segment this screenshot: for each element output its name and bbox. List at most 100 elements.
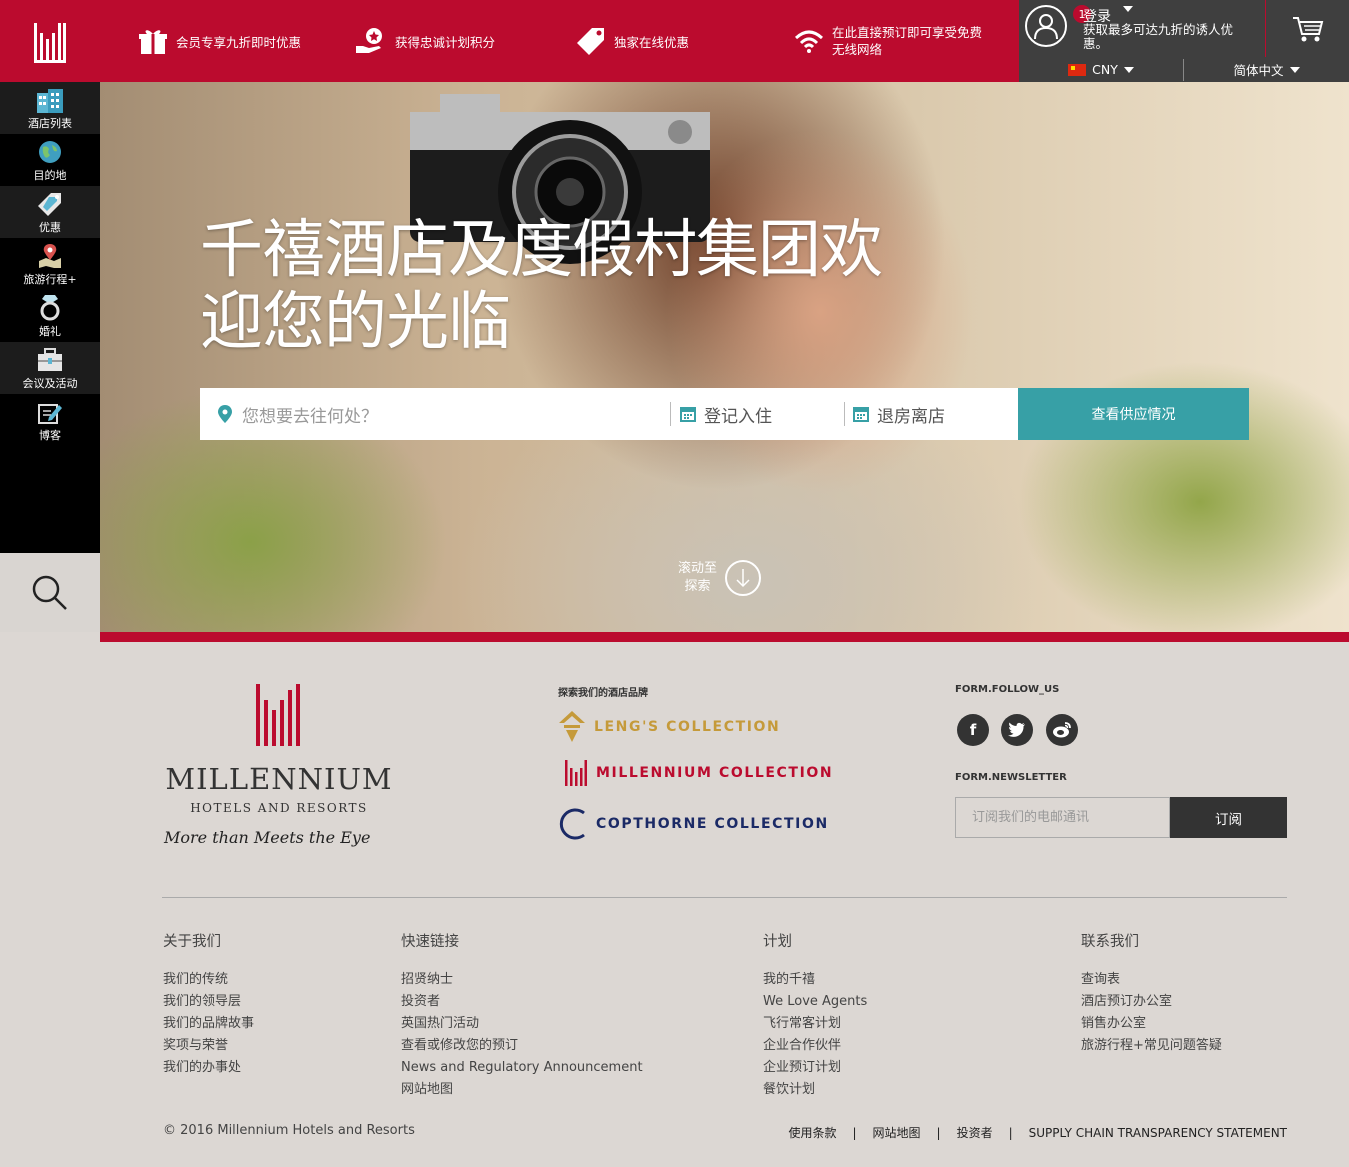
hero-banner: 千禧酒店及度假村集团欢 迎您的光临 您想要去往何处？ 登记入住 退房离店 查看供… xyxy=(100,82,1349,632)
arrow-down-icon xyxy=(725,560,762,596)
footer-link[interactable]: 网站地图 xyxy=(401,1079,643,1101)
footer-column-programs: 计划 我的千禧 We Love Agents 飞行常客计划 企业合作伙伴 企业预… xyxy=(763,930,867,1101)
brands-heading: 探索我们的酒店品牌 xyxy=(558,688,648,699)
checkin-field[interactable]: 登记入住 xyxy=(680,388,772,440)
footer-link[interactable]: 餐饮计划 xyxy=(763,1079,867,1101)
footer-column-quick-links: 快速链接 招贤纳士 投资者 英国热门活动 查看或修改您的预订 News and … xyxy=(401,930,643,1101)
footer-link[interactable]: 旅游行程+常见问题答疑 xyxy=(1081,1035,1222,1057)
sidebar-item-itinerary[interactable]: 旅游行程+ xyxy=(0,238,100,290)
sidebar-item-destinations[interactable]: 目的地 xyxy=(0,134,100,186)
sidebar-item-label: 旅游行程+ xyxy=(23,273,77,286)
subscribe-button[interactable]: 订阅 xyxy=(1170,797,1287,838)
footer-link[interactable]: 企业合作伙伴 xyxy=(763,1035,867,1057)
destination-placeholder: 您想要去往何处？ xyxy=(242,406,378,427)
lengs-collection-link[interactable]: LENG'S COLLECTION xyxy=(558,710,780,744)
millennium-logo-icon xyxy=(565,760,587,786)
calendar-icon xyxy=(853,407,869,422)
footer-link[interactable]: 我们的办事处 xyxy=(163,1057,254,1079)
tag-icon xyxy=(577,28,604,55)
terms-link[interactable]: 使用条款 xyxy=(788,1124,836,1141)
weibo-icon[interactable] xyxy=(1046,714,1078,746)
footer-link[interactable]: 英国热门活动 xyxy=(401,1013,643,1035)
account-menu[interactable]: 1 登录 获取最多可达九折的诱人优惠。 xyxy=(1019,0,1265,57)
hero-title-line1: 千禧酒店及度假村集团欢 xyxy=(200,213,883,286)
hotel-building-icon xyxy=(37,89,63,113)
footer-link[interactable]: 企业预订计划 xyxy=(763,1057,867,1079)
language-selector[interactable]: 简体中文 xyxy=(1184,57,1349,82)
footer-link[interactable]: 查看或修改您的预订 xyxy=(401,1035,643,1057)
sidebar-item-label: 会议及活动 xyxy=(22,377,78,390)
currency-label: CNY xyxy=(1092,62,1118,77)
supply-chain-link[interactable]: SUPPLY CHAIN TRANSPARENCY STATEMENT xyxy=(1029,1126,1287,1140)
millennium-collection-link[interactable]: MILLENNIUM COLLECTION xyxy=(564,759,833,787)
account-subtitle: 获取最多可达九折的诱人优惠。 xyxy=(1083,22,1234,51)
briefcase-icon xyxy=(38,348,62,371)
perk-label: 获得忠诚计划积分 xyxy=(395,34,496,50)
location-pin-icon xyxy=(218,405,232,423)
chevron-down-icon xyxy=(1289,66,1300,73)
scroll-to-explore[interactable]: 滚动至 探索 xyxy=(678,560,762,596)
millennium-logo-icon xyxy=(256,684,300,746)
footer-link[interactable]: News and Regulatory Announcement xyxy=(401,1057,643,1079)
sidebar-item-offers[interactable]: 优惠 xyxy=(0,186,100,238)
millennium-logo-icon xyxy=(34,23,66,63)
user-avatar-icon xyxy=(1025,5,1067,47)
separator: | xyxy=(936,1125,941,1140)
footer-link[interactable]: 我们的传统 xyxy=(163,969,254,991)
footer-link[interactable]: We Love Agents xyxy=(763,991,867,1013)
footer-link[interactable]: 我的千禧 xyxy=(763,969,867,991)
sitemap-link[interactable]: 网站地图 xyxy=(873,1124,921,1141)
footer-link[interactable]: 我们的品牌故事 xyxy=(163,1013,254,1035)
footer-link[interactable]: 投资者 xyxy=(401,991,643,1013)
site-logo[interactable] xyxy=(0,0,100,82)
footer-link[interactable]: 飞行常客计划 xyxy=(763,1013,867,1035)
hero-title: 千禧酒店及度假村集团欢 迎您的光临 xyxy=(200,213,883,358)
sidebar-item-blog[interactable]: 博客 xyxy=(0,394,100,446)
facebook-icon[interactable]: f xyxy=(957,714,989,746)
copthorne-collection-link[interactable]: COPTHORNE COLLECTION xyxy=(558,807,829,841)
language-label: 简体中文 xyxy=(1233,63,1284,78)
footer-column-about: 关于我们 我们的传统 我们的领导层 我们的品牌故事 奖项与荣誉 我们的办事处 xyxy=(163,930,254,1079)
collection-label: COPTHORNE COLLECTION xyxy=(596,816,829,832)
sidebar-item-wedding[interactable]: 婚礼 xyxy=(0,290,100,342)
sidebar-item-label: 酒店列表 xyxy=(28,117,72,130)
china-flag-icon xyxy=(1068,63,1087,76)
side-search-button[interactable] xyxy=(0,553,100,632)
shopping-cart-icon xyxy=(1292,16,1323,41)
perk-online-offer: 独家在线优惠 xyxy=(576,0,689,82)
collection-label: LENG'S COLLECTION xyxy=(594,719,781,735)
brand-subtitle: HOTELS AND RESORTS xyxy=(190,801,368,815)
check-availability-button[interactable]: 查看供应情况 xyxy=(1018,388,1249,440)
footer-link[interactable]: 销售办公室 xyxy=(1081,1013,1222,1035)
destination-field[interactable]: 您想要去往何处？ xyxy=(200,388,670,440)
sidebar-item-hotel-list[interactable]: 酒店列表 xyxy=(0,82,100,134)
footer-link[interactable]: 奖项与荣誉 xyxy=(163,1035,254,1057)
sidebar-item-label: 博客 xyxy=(39,429,61,442)
hero-title-line2: 迎您的光临 xyxy=(200,285,511,358)
wifi-icon xyxy=(794,30,824,53)
divider xyxy=(844,402,845,426)
checkin-label: 登记入住 xyxy=(704,406,772,427)
hero-bottom-stripe xyxy=(100,632,1349,642)
scroll-label-line1: 滚动至 xyxy=(678,561,718,576)
checkout-field[interactable]: 退房离店 xyxy=(853,388,945,440)
footer-link[interactable]: 酒店预订办公室 xyxy=(1081,991,1222,1013)
cart-button[interactable] xyxy=(1266,0,1349,57)
ring-icon xyxy=(40,295,60,321)
divider xyxy=(162,897,1287,898)
footer-column-contact: 联系我们 查询表 酒店预订办公室 销售办公室 旅游行程+常见问题答疑 xyxy=(1081,930,1222,1057)
collection-label: MILLENNIUM COLLECTION xyxy=(596,765,834,781)
tag-icon xyxy=(38,193,61,216)
top-bar: 会员专享九折即时优惠 获得忠诚计划积分 独家在线优惠 在此直接预订即可享受免费 … xyxy=(0,0,1349,82)
investors-link[interactable]: 投资者 xyxy=(957,1124,993,1141)
sidebar-item-meetings[interactable]: 会议及活动 xyxy=(0,342,100,394)
footer-link[interactable]: 我们的领导层 xyxy=(163,991,254,1013)
newsletter-email-input[interactable] xyxy=(955,797,1170,838)
side-nav: 酒店列表 目的地 优惠 旅游行程+ 婚礼 会议及活动 博客 xyxy=(0,82,100,553)
footer-link[interactable]: 招贤纳士 xyxy=(401,969,643,991)
perk-label-line2: 无线网络 xyxy=(832,42,883,57)
twitter-icon[interactable] xyxy=(1001,714,1033,746)
currency-selector[interactable]: CNY xyxy=(1019,57,1183,82)
footer-link[interactable]: 查询表 xyxy=(1081,969,1222,991)
perk-loyalty-points: 获得忠诚计划积分 xyxy=(355,0,495,82)
